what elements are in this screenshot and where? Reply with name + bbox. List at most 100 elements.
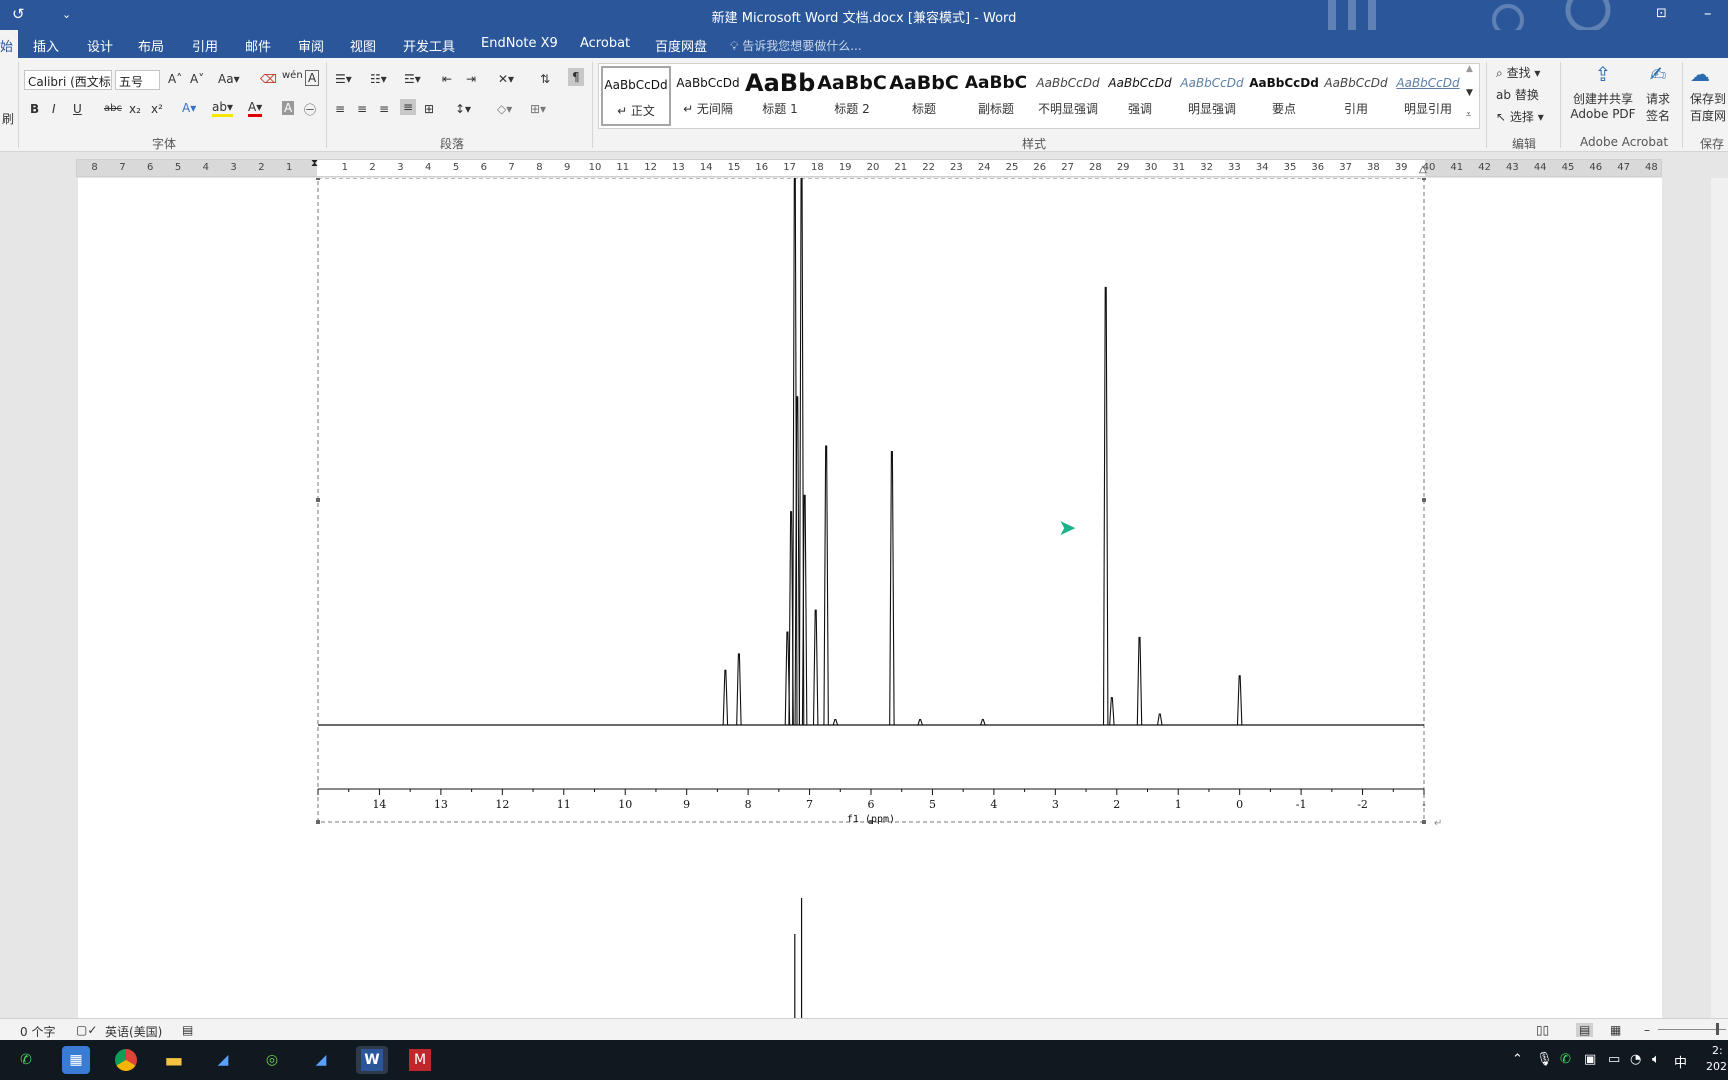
nmr-spectrum[interactable]: 14 13 12 11 10 9 8 7 6 5 4 3 2 1 0 -1 -2 -f1 (ppm) ↵ bbox=[78, 178, 1662, 1018]
document-page[interactable]: 14 13 12 11 10 9 8 7 6 5 4 3 2 1 0 -1 -2- f1 (ppm) ↵ bbox=[78, 178, 1662, 1018]
bold-button[interactable]: B bbox=[30, 102, 39, 116]
style-item[interactable]: AaBb 标题 1 bbox=[745, 66, 815, 126]
network-icon[interactable]: ◔ bbox=[1630, 1052, 1641, 1067]
tray-wechat-icon[interactable]: ✆ bbox=[1560, 1052, 1571, 1067]
resize-handle[interactable] bbox=[1422, 498, 1426, 502]
calculator-icon[interactable]: ▦ bbox=[62, 1046, 90, 1074]
tab-endnote[interactable]: EndNote X9 bbox=[481, 36, 558, 51]
tray-app-icon[interactable]: ▣ bbox=[1584, 1052, 1596, 1067]
clock-time[interactable]: 2: bbox=[1712, 1044, 1723, 1057]
wechat-icon[interactable]: ✆ bbox=[12, 1046, 40, 1074]
tell-me-box[interactable]: 💡︎ 告诉我您想要做什么... bbox=[730, 37, 862, 54]
gallery-more-icon[interactable]: ⩡ bbox=[1466, 110, 1471, 120]
print-layout-icon[interactable]: ▤ bbox=[1576, 1023, 1594, 1037]
italic-button[interactable]: I bbox=[52, 102, 56, 116]
underline-button[interactable]: U bbox=[73, 102, 82, 116]
request-sign-button[interactable]: ✍ 请求 签名 bbox=[1640, 62, 1676, 124]
minimize-icon[interactable]: – bbox=[1704, 4, 1712, 22]
gallery-down-icon[interactable]: ▼ bbox=[1466, 88, 1473, 98]
style-item[interactable]: AaBbCcDd 不明显强调 bbox=[1033, 66, 1103, 126]
char-shading-icon[interactable]: A bbox=[282, 101, 295, 115]
microphone-icon[interactable]: 🎙︎ bbox=[1536, 1052, 1553, 1067]
ime-indicator[interactable]: 中 bbox=[1674, 1052, 1687, 1071]
vertical-scrollbar[interactable] bbox=[1711, 178, 1728, 1018]
tab-view[interactable]: 视图 bbox=[350, 36, 376, 55]
bullets-icon[interactable]: ☰▾ bbox=[335, 72, 352, 86]
battery-icon[interactable]: ▭ bbox=[1608, 1052, 1620, 1067]
create-share-pdf-button[interactable]: ⇪ 创建并共享 Adobe PDF bbox=[1570, 62, 1636, 121]
zoom-slider-thumb[interactable] bbox=[1716, 1023, 1719, 1035]
style-item[interactable]: AaBbCcDd ↵ 正文 bbox=[601, 66, 671, 126]
subscript-button[interactable]: x₂ bbox=[129, 102, 141, 116]
tab-insert[interactable]: 插入 bbox=[33, 36, 59, 55]
tab-baidu[interactable]: 百度网盘 bbox=[655, 36, 707, 55]
resize-handle[interactable] bbox=[1422, 178, 1426, 180]
style-item[interactable]: AaBbCcDd ↵ 无间隔 bbox=[673, 66, 743, 126]
line-spacing-icon[interactable]: ↕▾ bbox=[455, 102, 471, 116]
app-icon[interactable]: M bbox=[406, 1046, 434, 1074]
select-button[interactable]: ↖ 选择 ▾ bbox=[1496, 108, 1544, 125]
multilevel-list-icon[interactable]: ☲▾ bbox=[404, 72, 421, 86]
clipboard-stub[interactable]: 刷 bbox=[2, 110, 14, 127]
resize-handle[interactable] bbox=[316, 178, 320, 180]
style-item[interactable]: AaBbC 副标题 bbox=[961, 66, 1031, 126]
find-button[interactable]: ⌕ 查找 ▾ bbox=[1496, 64, 1540, 81]
numbering-icon[interactable]: ☷▾ bbox=[370, 72, 387, 86]
app-icon[interactable]: ◢ bbox=[307, 1046, 335, 1074]
borders-icon[interactable]: ⊞▾ bbox=[530, 102, 546, 116]
word-icon[interactable]: W bbox=[356, 1046, 388, 1074]
read-mode-icon[interactable]: ▯▯ bbox=[1536, 1023, 1549, 1037]
tab-home-active[interactable]: 始 bbox=[0, 30, 18, 58]
text-effects-icon[interactable]: A▾ bbox=[182, 101, 196, 115]
grow-font-icon[interactable]: A˄ bbox=[168, 72, 182, 86]
strikethrough-button[interactable]: abc bbox=[104, 103, 122, 114]
align-center-icon[interactable]: ≡ bbox=[357, 102, 367, 116]
language-indicator[interactable]: 英语(美国) bbox=[105, 1023, 162, 1040]
replace-button[interactable]: ab 替换 bbox=[1496, 86, 1539, 103]
gallery-up-icon[interactable]: ▲ bbox=[1466, 64, 1473, 74]
chinese-layout-icon[interactable]: ✕▾ bbox=[498, 72, 514, 86]
chemdraw-icon[interactable]: ◎ bbox=[258, 1046, 286, 1074]
tab-references[interactable]: 引用 bbox=[192, 36, 218, 55]
resize-handle[interactable] bbox=[316, 498, 320, 502]
style-item[interactable]: AaBbCcDd 要点 bbox=[1249, 66, 1319, 126]
align-right-icon[interactable]: ≡ bbox=[379, 102, 389, 116]
style-item[interactable]: AaBbCcDd 明显强调 bbox=[1177, 66, 1247, 126]
tab-layout[interactable]: 布局 bbox=[138, 36, 164, 55]
show-marks-icon[interactable]: ¶ bbox=[568, 68, 584, 86]
volume-icon[interactable]: 🔈︎ bbox=[1652, 1052, 1660, 1067]
enclose-char-icon[interactable]: ㊀ bbox=[304, 101, 316, 118]
web-layout-icon[interactable]: ▦ bbox=[1610, 1023, 1621, 1037]
horizontal-ruler[interactable]: ⧗ △ 8 7 6 5 4 3 2 1 1 2 3 4 5 6 7 8 9 10 11 12 13 14 15 16 17 18 1… bbox=[76, 158, 1662, 177]
tab-acrobat[interactable]: Acrobat bbox=[580, 36, 630, 51]
justify-icon[interactable]: ≡ bbox=[400, 99, 417, 115]
proofing-icon[interactable]: ▢✓ bbox=[76, 1023, 97, 1037]
clear-format-icon[interactable]: ⌫ bbox=[260, 72, 277, 86]
font-size-combo[interactable]: 五号 bbox=[115, 70, 160, 90]
clock-date[interactable]: 202 bbox=[1706, 1060, 1727, 1073]
distributed-icon[interactable]: ⊞ bbox=[424, 102, 434, 116]
indent-marker-icon[interactable]: ⧗ bbox=[311, 158, 318, 169]
increase-indent-icon[interactable]: ⇥ bbox=[466, 72, 476, 86]
sort-icon[interactable]: ⇅ bbox=[540, 72, 550, 86]
tray-expand-icon[interactable]: ⌃ bbox=[1512, 1052, 1523, 1067]
font-name-combo[interactable]: Calibri (西文标 bbox=[24, 70, 112, 90]
highlight-icon[interactable]: ab▾ bbox=[212, 100, 233, 117]
tab-design[interactable]: 设计 bbox=[87, 36, 113, 55]
ribbon-display-options-icon[interactable]: ⊡ bbox=[1656, 6, 1667, 21]
zoom-out-icon[interactable]: – bbox=[1644, 1023, 1650, 1037]
char-border-icon[interactable]: A bbox=[305, 70, 320, 86]
tab-mailings[interactable]: 邮件 bbox=[245, 36, 271, 55]
macro-icon[interactable]: ▤ bbox=[182, 1023, 193, 1037]
style-item[interactable]: AaBbC 标题 2 bbox=[817, 66, 887, 126]
shrink-font-icon[interactable]: A˅ bbox=[190, 72, 204, 86]
app-icon[interactable]: ◢ bbox=[209, 1046, 237, 1074]
word-count[interactable]: 0 个字 bbox=[20, 1023, 55, 1040]
tab-developer[interactable]: 开发工具 bbox=[403, 36, 455, 55]
decrease-indent-icon[interactable]: ⇤ bbox=[442, 72, 452, 86]
change-case-icon[interactable]: Aa▾ bbox=[218, 72, 240, 86]
resize-handle[interactable] bbox=[316, 820, 320, 824]
resize-handle[interactable] bbox=[1422, 820, 1426, 824]
style-item[interactable]: AaBbCcDd 强调 bbox=[1105, 66, 1175, 126]
save-to-baidu-button[interactable]: ☁ 保存到 百度网 bbox=[1690, 62, 1728, 124]
